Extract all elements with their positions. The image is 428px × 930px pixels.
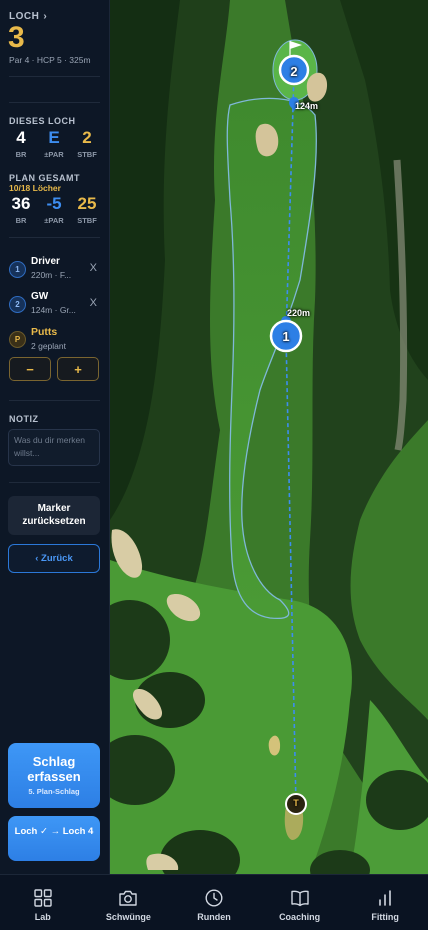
hole-map[interactable]: 2 1 T 124m 220m: [110, 0, 428, 874]
nav-label: Fitting: [371, 912, 399, 922]
putts-info: 2 geplant: [31, 341, 66, 351]
hole-meta: Par 4 · HCP 5 · 325m: [9, 55, 91, 65]
divider: [9, 76, 100, 77]
stat-value: 4: [16, 128, 26, 147]
shot-number-badge: 1: [9, 261, 26, 278]
stat-label: STBF: [77, 150, 97, 159]
nav-label: Schwünge: [105, 912, 151, 922]
distance-label-1: 220m: [287, 308, 311, 318]
stat-value: 2: [82, 128, 92, 147]
grid-icon: [34, 889, 52, 907]
shot-club: GW: [31, 291, 49, 302]
next-hole-button[interactable]: Loch ✓ → Loch 4: [8, 816, 100, 861]
shot-club: Driver: [31, 256, 60, 267]
note-input[interactable]: Was du dir merken willst...: [8, 429, 100, 466]
stat-strokes: 36 BR: [5, 194, 37, 225]
stat-value: -5: [46, 194, 62, 213]
stat-stableford: 2 STBF: [71, 128, 103, 159]
nav-fitting[interactable]: Fitting: [342, 875, 428, 930]
back-button[interactable]: ‹ Zurück: [8, 544, 100, 573]
nav-swings[interactable]: Schwünge: [86, 875, 172, 930]
aerial-map: [110, 0, 428, 874]
capture-shot-title: Schlag erfassen: [27, 754, 81, 784]
stat-stableford: 25 STBF: [71, 194, 103, 225]
hole-number: 3: [8, 21, 25, 54]
this-hole-title: DIESES LOCH: [9, 116, 76, 126]
stat-par: -5 ±PAR: [38, 194, 70, 225]
camera-icon: [119, 890, 138, 906]
divider: [9, 400, 100, 401]
stat-value: 36: [11, 194, 31, 213]
stat-label: ±PAR: [44, 150, 64, 159]
book-icon: [290, 890, 309, 907]
sidebar: LOCH › 3 Par 4 · HCP 5 · 325m DIESES LOCH…: [0, 0, 110, 874]
tee-label: T: [293, 798, 299, 808]
putts-label: Putts: [31, 326, 58, 338]
capture-shot-button[interactable]: Schlag erfassen 5. Plan-Schlag: [8, 743, 100, 808]
nav-rounds[interactable]: Runden: [171, 875, 257, 930]
stat-par: E ±PAR: [38, 128, 70, 159]
remove-shot-icon[interactable]: X: [90, 297, 97, 309]
marker-1-number: 1: [282, 329, 290, 344]
nav-label: Coaching: [279, 912, 321, 922]
plan-shot-item[interactable]: 1 Driver 220m · F... X: [9, 256, 101, 286]
nav-lab[interactable]: Lab: [0, 875, 86, 930]
bar-chart-icon: [379, 890, 391, 906]
putts-plus-button[interactable]: +: [57, 357, 99, 381]
nav-label: Lab: [34, 912, 51, 922]
plan-total-title: PLAN GESAMT: [9, 173, 81, 183]
stat-label: BR: [15, 150, 27, 159]
distance-label-2: 124m: [295, 101, 319, 111]
nav-coaching[interactable]: Coaching: [257, 875, 343, 930]
shot-number-badge: 2: [9, 296, 26, 313]
plan-shot-item[interactable]: 2 GW 124m · Gr... X: [9, 291, 101, 321]
capture-shot-subtitle: 5. Plan-Schlag: [28, 787, 80, 796]
clock-icon: [205, 889, 223, 907]
this-hole-stats: 4 BR E ±PAR 2 STBF: [5, 128, 103, 159]
putts-minus-button[interactable]: −: [9, 357, 51, 381]
stat-value: E: [48, 128, 60, 147]
note-title: NOTIZ: [9, 414, 39, 424]
divider: [9, 482, 100, 483]
plan-total-subtitle: 10/18 Löcher: [9, 183, 61, 193]
shot-info: 124m · Gr...: [31, 305, 76, 315]
stat-label: BR: [15, 216, 27, 225]
chevron-right-icon: ›: [43, 11, 48, 22]
marker-2-number: 2: [290, 64, 298, 79]
stat-label: ±PAR: [44, 216, 64, 225]
reset-markers-button[interactable]: Marker zurücksetzen: [8, 496, 100, 535]
nav-label: Runden: [197, 912, 231, 922]
divider: [9, 102, 100, 103]
shot-info: 220m · F...: [31, 270, 72, 280]
stat-strokes: 4 BR: [5, 128, 37, 159]
plan-total-stats: 36 BR -5 ±PAR 25 STBF: [5, 194, 103, 225]
bottom-nav: Lab Schwünge Runden Coaching Fitting: [0, 874, 428, 930]
divider: [9, 237, 100, 238]
stat-label: STBF: [77, 216, 97, 225]
remove-shot-icon[interactable]: X: [90, 262, 97, 274]
putts-badge: P: [9, 331, 26, 348]
stat-value: 25: [77, 194, 97, 213]
